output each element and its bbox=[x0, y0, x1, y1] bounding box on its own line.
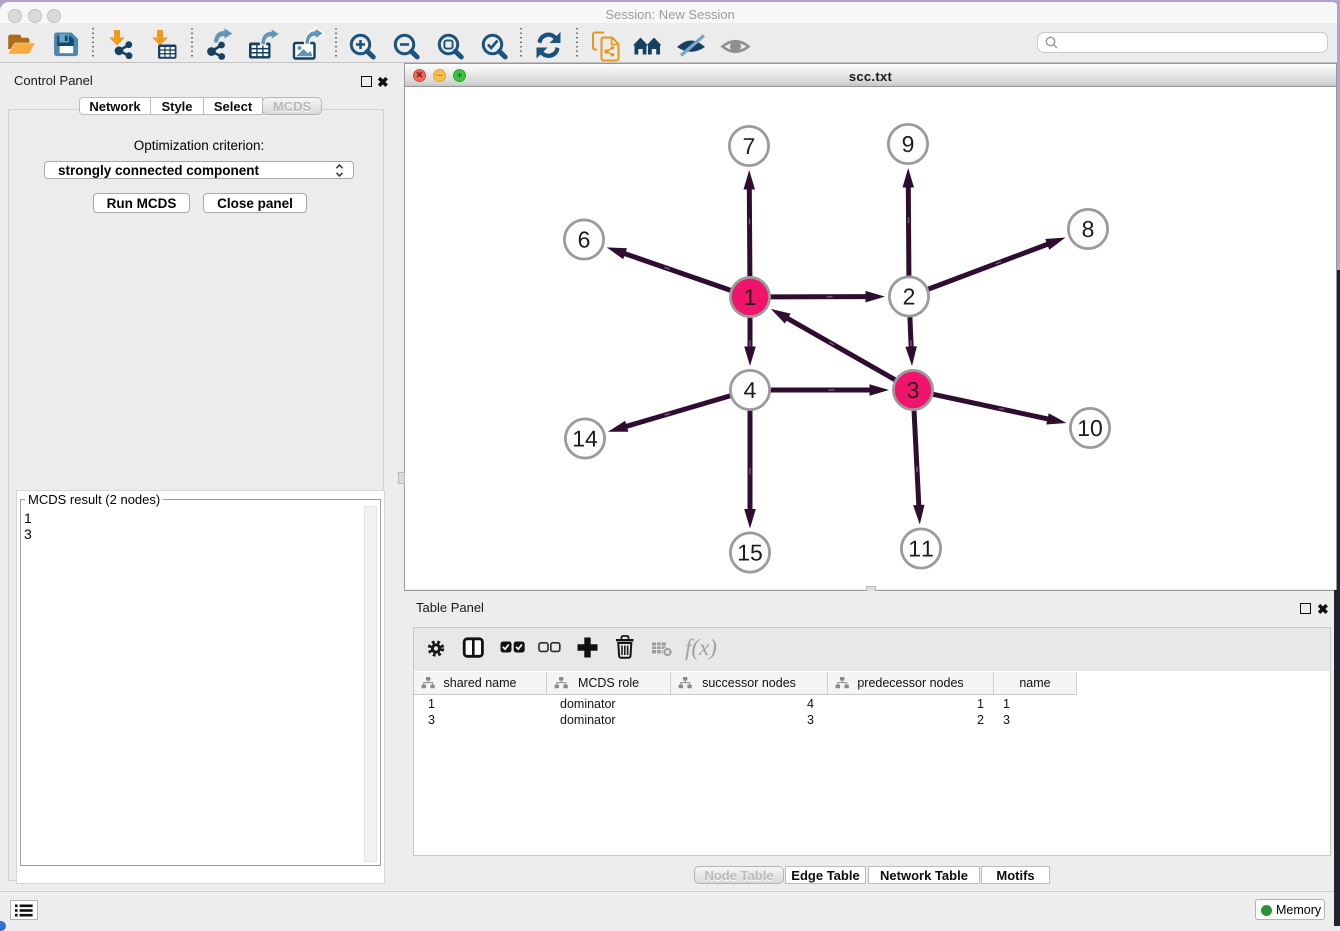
svg-text:f(x): f(x) bbox=[685, 635, 717, 660]
